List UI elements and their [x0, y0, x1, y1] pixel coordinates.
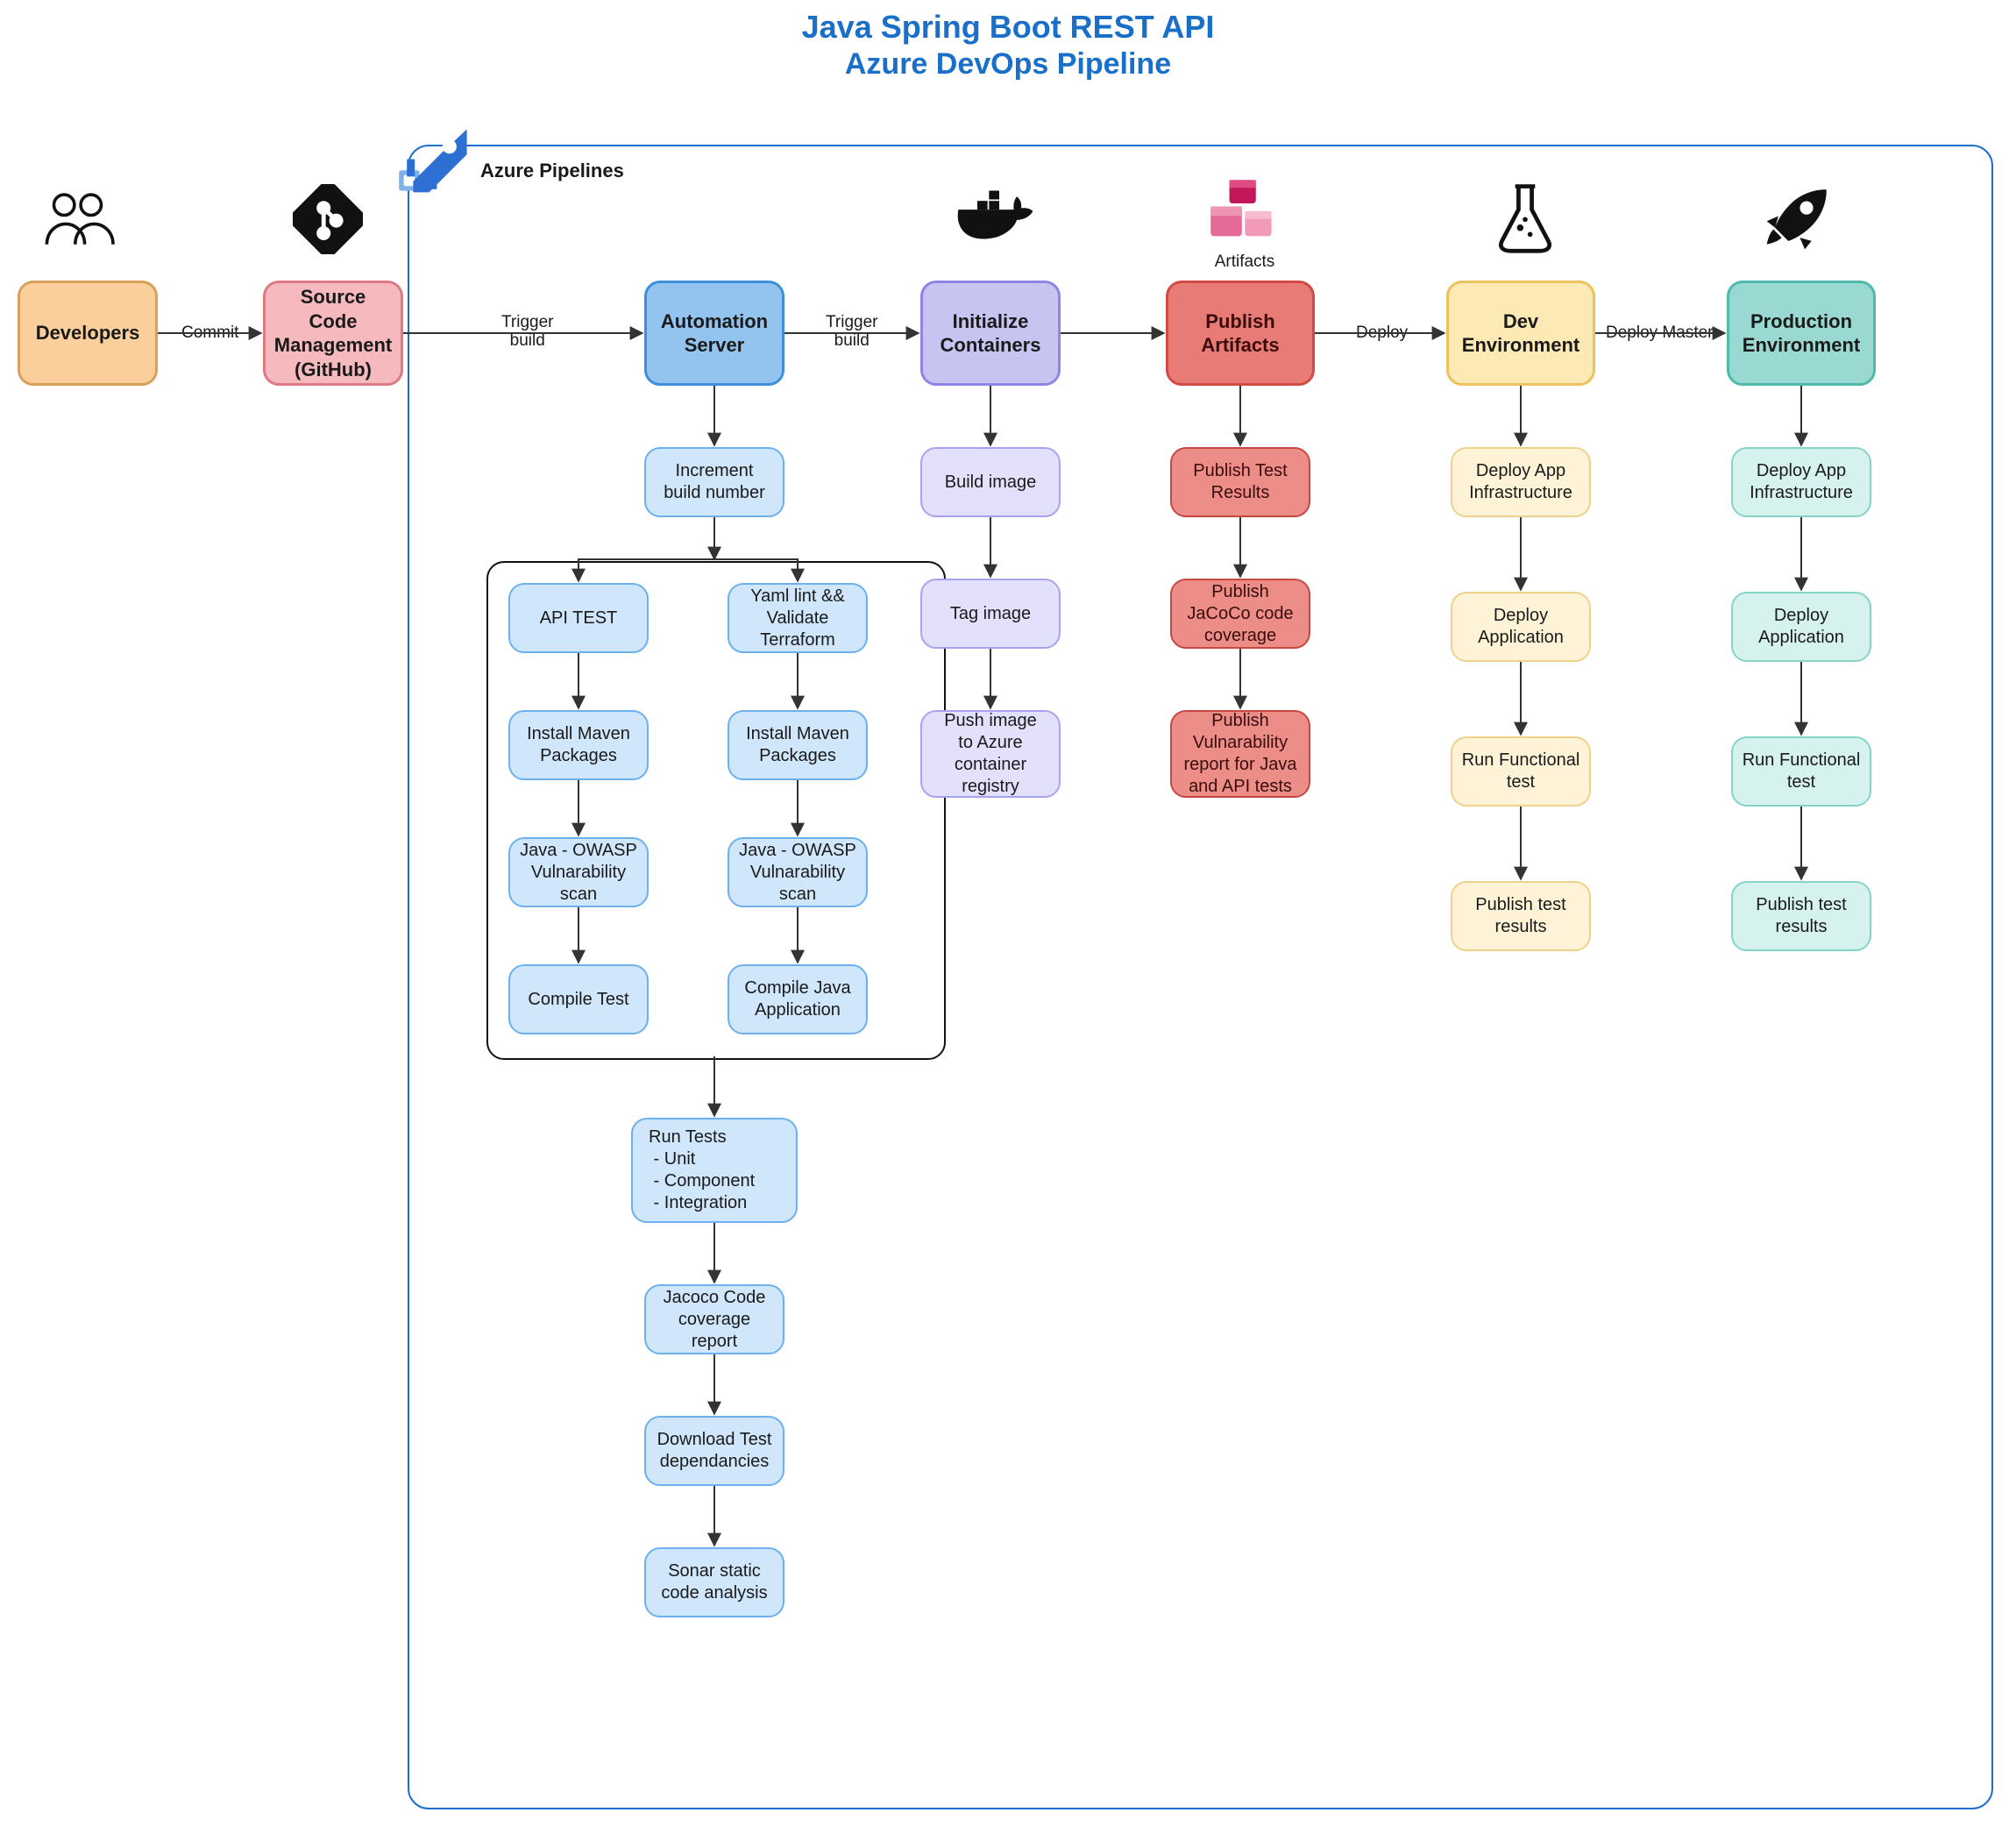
git-icon: [293, 184, 363, 254]
auto-step-dltest: Download Test dependancies: [644, 1416, 784, 1486]
artifacts-label: Artifacts: [1210, 252, 1280, 272]
init-step-2: Push image to Azure container registry: [920, 710, 1061, 798]
azure-pipelines-label: Azure Pipelines: [480, 160, 624, 182]
auto-par-left-1: Install Maven Packages: [508, 710, 649, 780]
edge-label-deploy-master: Deploy Master: [1604, 324, 1715, 343]
stage-publish: Publish Artifacts: [1166, 281, 1315, 386]
stage-developers: Developers: [18, 281, 158, 386]
beaker-icon: [1490, 180, 1560, 254]
pub-step-2: Publish Vulnarability report for Java an…: [1170, 710, 1310, 798]
people-icon: [42, 184, 121, 254]
pub-step-0: Publish Test Results: [1170, 447, 1310, 517]
auto-par-right-1: Install Maven Packages: [728, 710, 868, 780]
auto-par-left-0: API TEST: [508, 583, 649, 653]
edge-label-commit: Commit: [180, 324, 240, 343]
rocket-icon: [1762, 180, 1836, 254]
auto-par-right-0: Yaml lint && Validate Terraform: [728, 583, 868, 653]
prod-step-3: Publish test results: [1731, 881, 1871, 951]
auto-step-increment: Increment build number: [644, 447, 784, 517]
edge-label-trigger1: Trigger build: [500, 314, 555, 351]
title-line-2: Azure DevOps Pipeline: [0, 47, 2016, 82]
docker-icon: [951, 184, 1039, 254]
auto-par-left-3: Compile Test: [508, 964, 649, 1034]
stage-scm-github: Source Code Management (GitHub): [263, 281, 403, 386]
artifacts-icon: [1201, 175, 1280, 245]
auto-step-runtests: Run Tests - Unit - Component - Integrati…: [631, 1118, 798, 1223]
auto-par-right-2: Java - OWASP Vulnarability scan: [728, 837, 868, 907]
prod-step-1: Deploy Application: [1731, 592, 1871, 662]
auto-step-sonar: Sonar static code analysis: [644, 1547, 784, 1617]
auto-par-left-2: Java - OWASP Vulnarability scan: [508, 837, 649, 907]
prod-step-2: Run Functional test: [1731, 736, 1871, 807]
diagram-canvas: Java Spring Boot REST API Azure DevOps P…: [0, 0, 2016, 1841]
stage-prod-env: Production Environment: [1727, 281, 1876, 386]
edge-label-trigger2: Trigger build: [824, 314, 879, 351]
stage-init-containers: Initialize Containers: [920, 281, 1061, 386]
devenv-step-1: Deploy Application: [1451, 592, 1591, 662]
auto-par-right-3: Compile Java Application: [728, 964, 868, 1034]
stage-dev-env: Dev Environment: [1446, 281, 1595, 386]
init-step-1: Tag image: [920, 579, 1061, 649]
azure-pipelines-icon: [393, 124, 472, 203]
init-step-0: Build image: [920, 447, 1061, 517]
pub-step-1: Publish JaCoCo code coverage: [1170, 579, 1310, 649]
auto-step-jacoco: Jacoco Code coverage report: [644, 1284, 784, 1354]
devenv-step-2: Run Functional test: [1451, 736, 1591, 807]
devenv-step-0: Deploy App Infrastructure: [1451, 447, 1591, 517]
edge-label-deploy: Deploy: [1354, 324, 1409, 343]
stage-automation: Automation Server: [644, 281, 784, 386]
title-line-1: Java Spring Boot REST API: [0, 9, 2016, 46]
prod-step-0: Deploy App Infrastructure: [1731, 447, 1871, 517]
devenv-step-3: Publish test results: [1451, 881, 1591, 951]
